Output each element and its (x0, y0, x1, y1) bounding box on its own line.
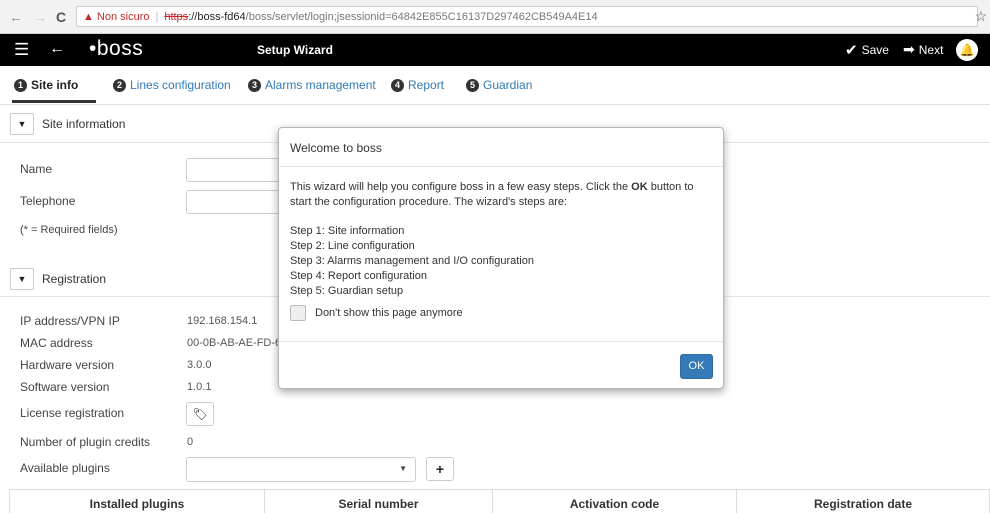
dialog-body: This wizard will help you configure boss… (290, 180, 715, 299)
alarm-bell-icon[interactable]: 🔔 (956, 39, 978, 61)
step-number-badge: 2 (113, 78, 126, 92)
plugin-credits-label: Number of plugin credits (20, 435, 151, 449)
page-title: Setup Wizard (257, 43, 333, 57)
tab-label: Alarms management (265, 78, 376, 92)
collapse-caret-icon[interactable]: ▼ (10, 268, 34, 290)
dialog-title: Welcome to boss (290, 141, 382, 155)
required-fields-note: (* = Required fields) (20, 224, 118, 236)
software-version-value: 1.0.1 (187, 381, 212, 393)
column-header: Activation code (493, 490, 737, 513)
intro-ok-emphasis: OK (631, 181, 648, 193)
url-scheme: https (164, 10, 189, 23)
column-header: Installed plugins (10, 490, 265, 513)
step-item: Step 1: Site information (290, 225, 405, 237)
column-header: Serial number (265, 490, 493, 513)
step-item: Step 5: Guardian setup (290, 285, 404, 297)
section-title: Site information (42, 117, 126, 131)
forward-arrow-icon[interactable]: → (33, 9, 47, 25)
ok-button[interactable]: OK (680, 354, 713, 379)
hardware-version-value: 3.0.0 (187, 359, 212, 371)
step-number-badge: 4 (391, 78, 404, 92)
collapse-caret-icon[interactable]: ▼ (10, 113, 34, 135)
reload-icon[interactable]: C (56, 9, 66, 25)
separator: | (155, 10, 159, 23)
back-arrow-icon[interactable]: ← (49, 40, 65, 58)
section-title: Registration (42, 272, 107, 286)
mac-address-value: 00-0B-AB-AE-FD-64 (187, 337, 288, 349)
back-arrow-icon[interactable]: ← (9, 9, 23, 25)
ip-address-label: IP address/VPN IP (20, 314, 120, 328)
software-version-label: Software version (20, 380, 110, 394)
next-button[interactable]: ➡ Next (903, 41, 943, 58)
tab-lines-configuration[interactable]: 2 Lines configuration (113, 78, 231, 92)
mac-address-label: MAC address (20, 336, 93, 350)
step-number-badge: 3 (248, 78, 261, 92)
url-path: /boss/servlet/login;jsessionid=64842E855… (245, 10, 598, 23)
arrow-right-icon: ➡ (903, 41, 915, 57)
active-tab-indicator (12, 100, 96, 103)
license-tag-button[interactable]: 🏷 (186, 402, 214, 426)
tab-label: Site info (31, 78, 79, 92)
hamburger-menu-icon[interactable]: ☰ (14, 40, 29, 60)
boss-logo: •boss (89, 37, 144, 60)
app-header: ☰ ← •boss Setup Wizard ✔ Save ➡ Next 🔔 (0, 34, 990, 66)
security-warning[interactable]: Non sicuro (97, 11, 150, 23)
registration-header: ▼ Registration (10, 268, 106, 290)
tab-label: Guardian (483, 78, 533, 92)
available-plugins-select[interactable]: ▼ (186, 457, 416, 482)
intro-text: This wizard will help you configure boss… (290, 181, 632, 193)
next-button-label: Next (918, 42, 944, 57)
bookmark-star-icon[interactable]: ☆ (974, 8, 987, 25)
tag-icon: 🏷 (192, 407, 208, 421)
dont-show-checkbox[interactable] (290, 305, 306, 321)
warning-icon: ▲ (83, 10, 94, 23)
steps-list: Step 1: Site information Step 2: Line co… (290, 224, 715, 299)
save-button[interactable]: ✔ Save (845, 41, 889, 59)
tab-report[interactable]: 4 Report (391, 78, 444, 92)
welcome-dialog: Welcome to boss This wizard will help yo… (278, 127, 724, 389)
dialog-intro: This wizard will help you configure boss… (290, 180, 715, 210)
address-bar[interactable]: ▲ Non sicuro | https ://boss-fd64 /boss/… (76, 6, 978, 27)
tab-guardian[interactable]: 5 Guardian (466, 78, 532, 92)
tab-label: Report (408, 78, 445, 92)
telephone-label: Telephone (20, 194, 76, 208)
step-item: Step 3: Alarms management and I/O config… (290, 255, 534, 267)
hardware-version-label: Hardware version (20, 358, 115, 372)
tab-alarms-management[interactable]: 3 Alarms management (248, 78, 376, 92)
plugin-credits-value: 0 (187, 436, 194, 448)
step-number-badge: 1 (14, 78, 27, 92)
add-plugin-button[interactable]: + (426, 457, 454, 481)
dialog-divider (279, 341, 723, 342)
step-item: Step 4: Report configuration (290, 270, 427, 282)
url-host: ://boss-fd64 (188, 10, 246, 23)
plugins-table-header: Installed plugins Serial number Activati… (9, 489, 990, 513)
dropdown-caret-icon: ▼ (399, 464, 407, 473)
save-button-label: Save (861, 43, 889, 57)
dialog-divider (279, 166, 723, 167)
step-item: Step 2: Line configuration (290, 240, 415, 252)
dont-show-label: Don't show this page anymore (315, 307, 463, 319)
browser-toolbar: ← → C ▲ Non sicuro | https ://boss-fd64 … (0, 0, 990, 34)
ip-address-value: 192.168.154.1 (187, 315, 258, 327)
license-registration-label: License registration (20, 406, 125, 420)
tab-label: Lines configuration (130, 78, 231, 92)
checkmark-icon: ✔ (845, 42, 858, 59)
name-label: Name (20, 162, 53, 176)
dont-show-option[interactable]: Don't show this page anymore (290, 305, 463, 321)
site-information-header: ▼ Site information (10, 113, 125, 135)
available-plugins-label: Available plugins (20, 461, 110, 475)
step-number-badge: 5 (466, 78, 479, 92)
column-header: Registration date (737, 490, 990, 513)
wizard-tabs: 1 Site info 2 Lines configuration 3 Alar… (0, 66, 990, 105)
tab-site-info[interactable]: 1 Site info (14, 78, 78, 92)
